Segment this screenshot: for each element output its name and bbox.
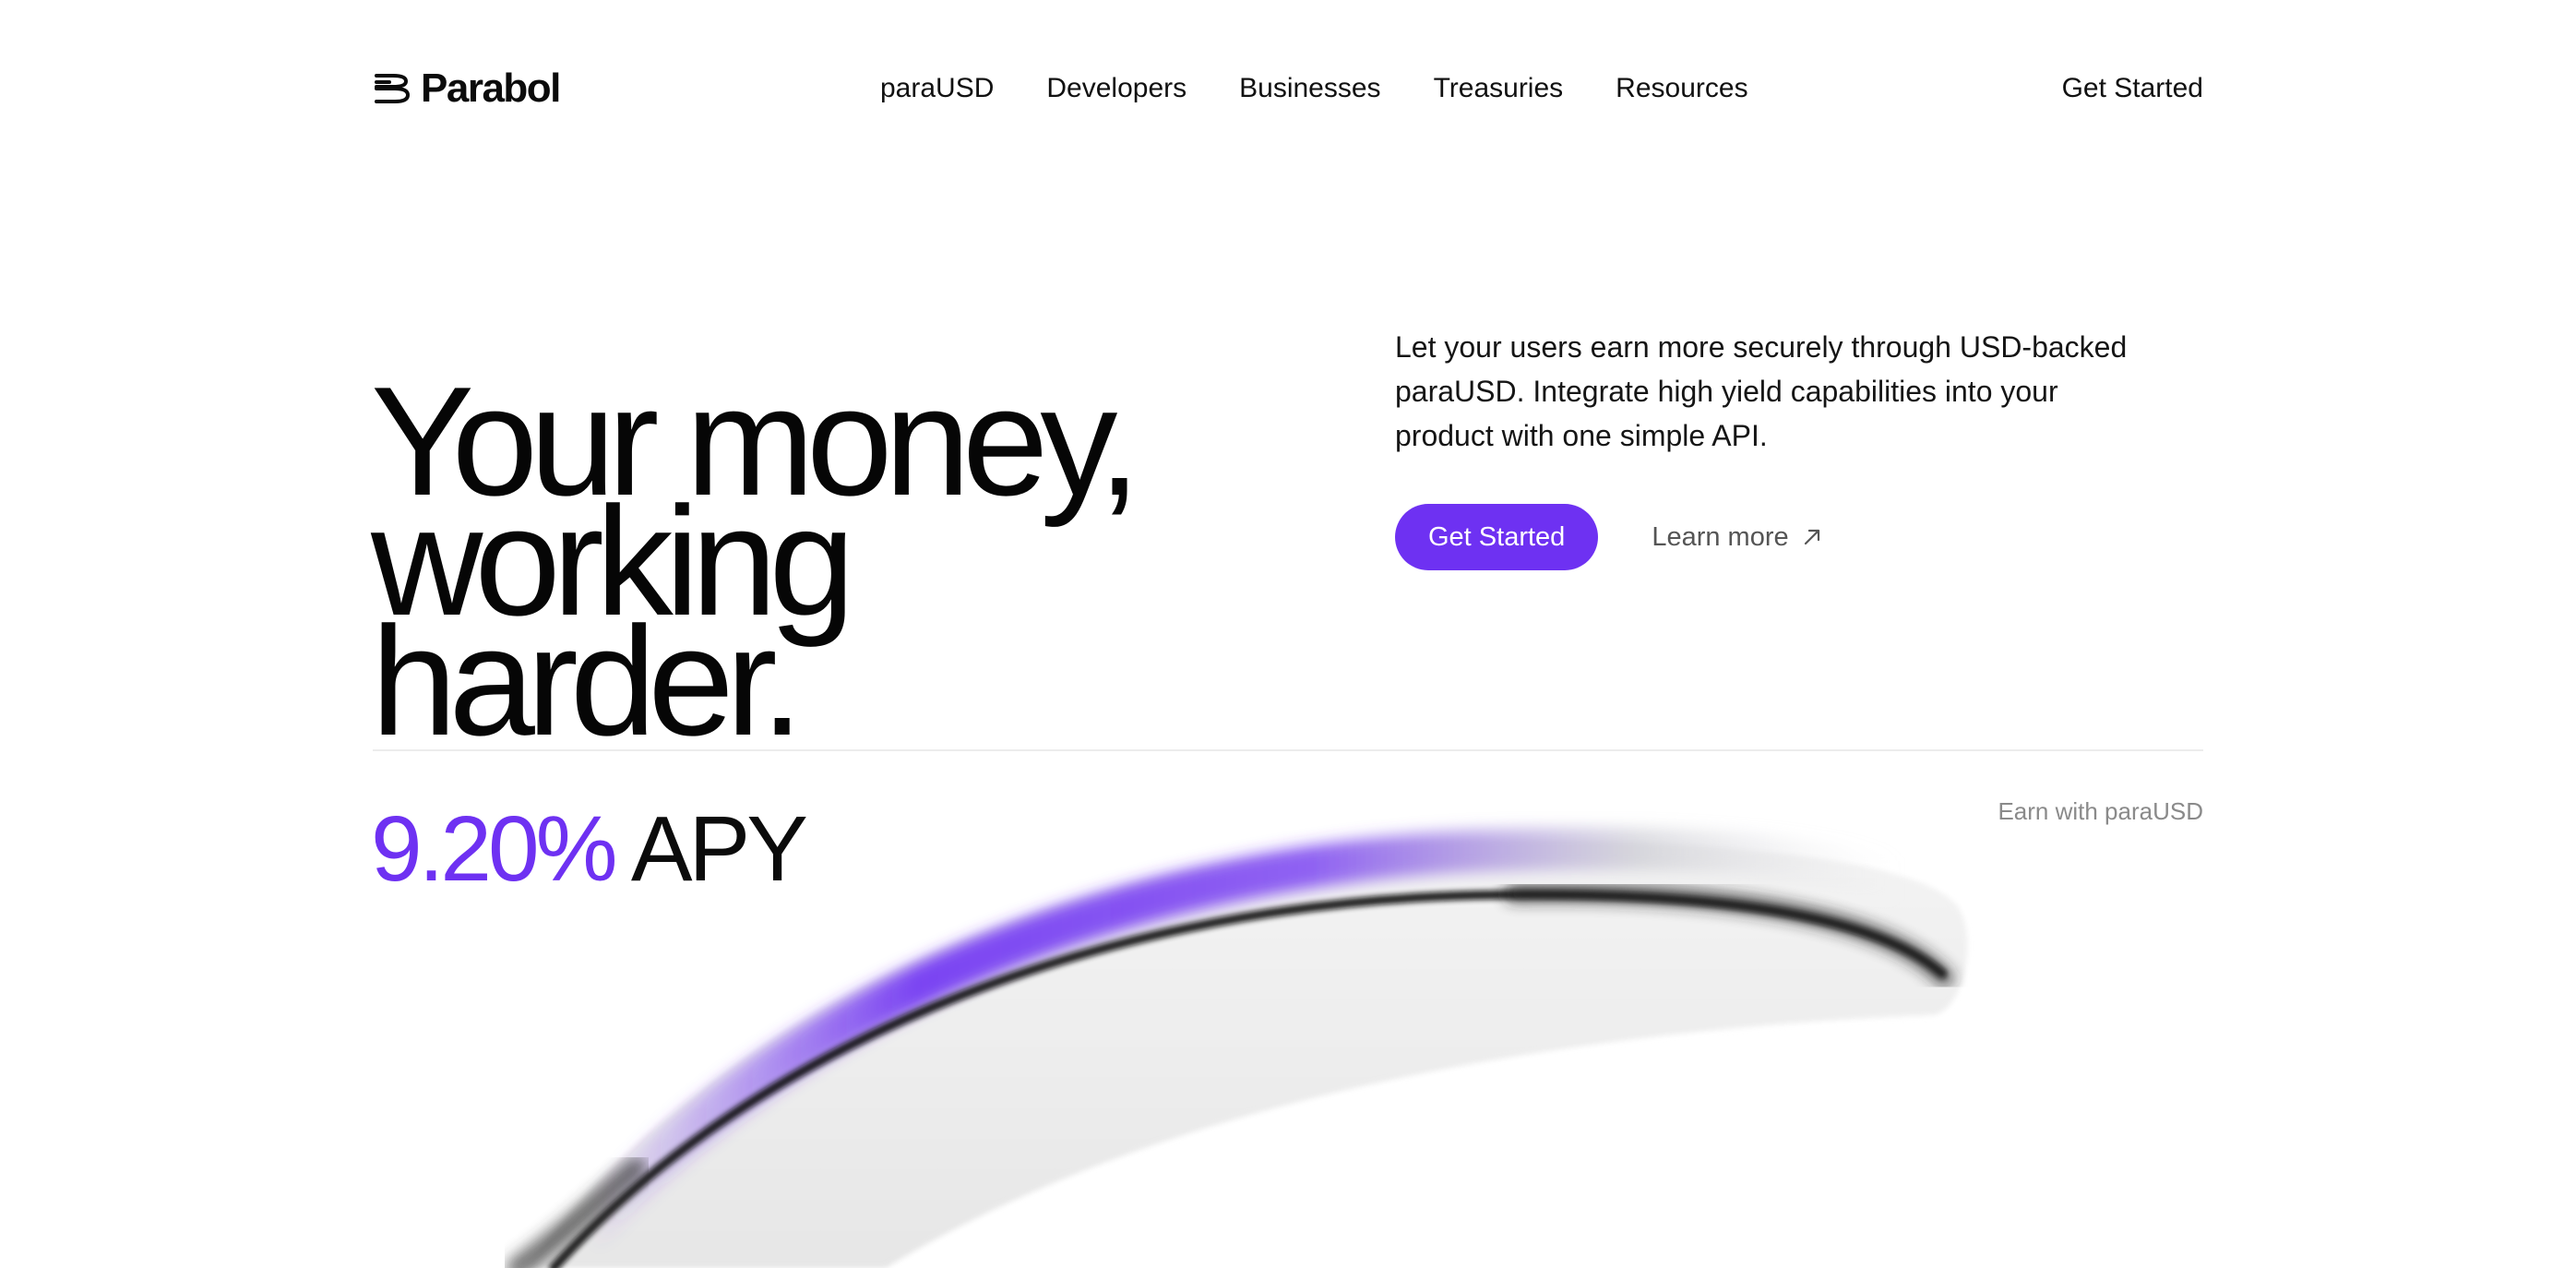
nav-item-resources[interactable]: Resources xyxy=(1616,68,1747,109)
arrow-up-right-icon xyxy=(1804,529,1819,545)
hero-description: Let your users earn more securely throug… xyxy=(1395,330,2128,452)
main-nav: paraUSD Developers Businesses Treasuries… xyxy=(880,68,1748,109)
headline-line-3: harder. xyxy=(371,593,804,768)
nav-item-developers[interactable]: Developers xyxy=(1046,68,1187,109)
apy-label: APY xyxy=(630,797,808,901)
nav-item-treasuries[interactable]: Treasuries xyxy=(1434,68,1564,109)
hero-headline: Your money, working harder. xyxy=(371,364,1340,768)
learn-more-label: Learn more xyxy=(1652,521,1789,552)
hero-actions: Get Started Learn more xyxy=(1395,504,1822,570)
section-divider xyxy=(373,749,2203,751)
nav-item-parausd[interactable]: paraUSD xyxy=(880,68,994,109)
learn-more-link[interactable]: Learn more xyxy=(1652,522,1821,553)
site-header: Parabol paraUSD Developers Businesses Tr… xyxy=(0,0,2576,185)
header-get-started-link[interactable]: Get Started xyxy=(2062,68,2203,109)
brand-logo[interactable]: Parabol xyxy=(375,66,561,111)
brand-name: Parabol xyxy=(421,66,561,111)
parabol-logo-icon xyxy=(375,74,410,103)
get-started-button[interactable]: Get Started xyxy=(1395,504,1599,570)
earn-with-parausd-label: Earn with paraUSD xyxy=(1998,797,2203,825)
apy-stat: 9.20% APY xyxy=(371,795,808,903)
apy-value: 9.20% xyxy=(371,797,618,901)
nav-item-businesses[interactable]: Businesses xyxy=(1239,68,1380,109)
